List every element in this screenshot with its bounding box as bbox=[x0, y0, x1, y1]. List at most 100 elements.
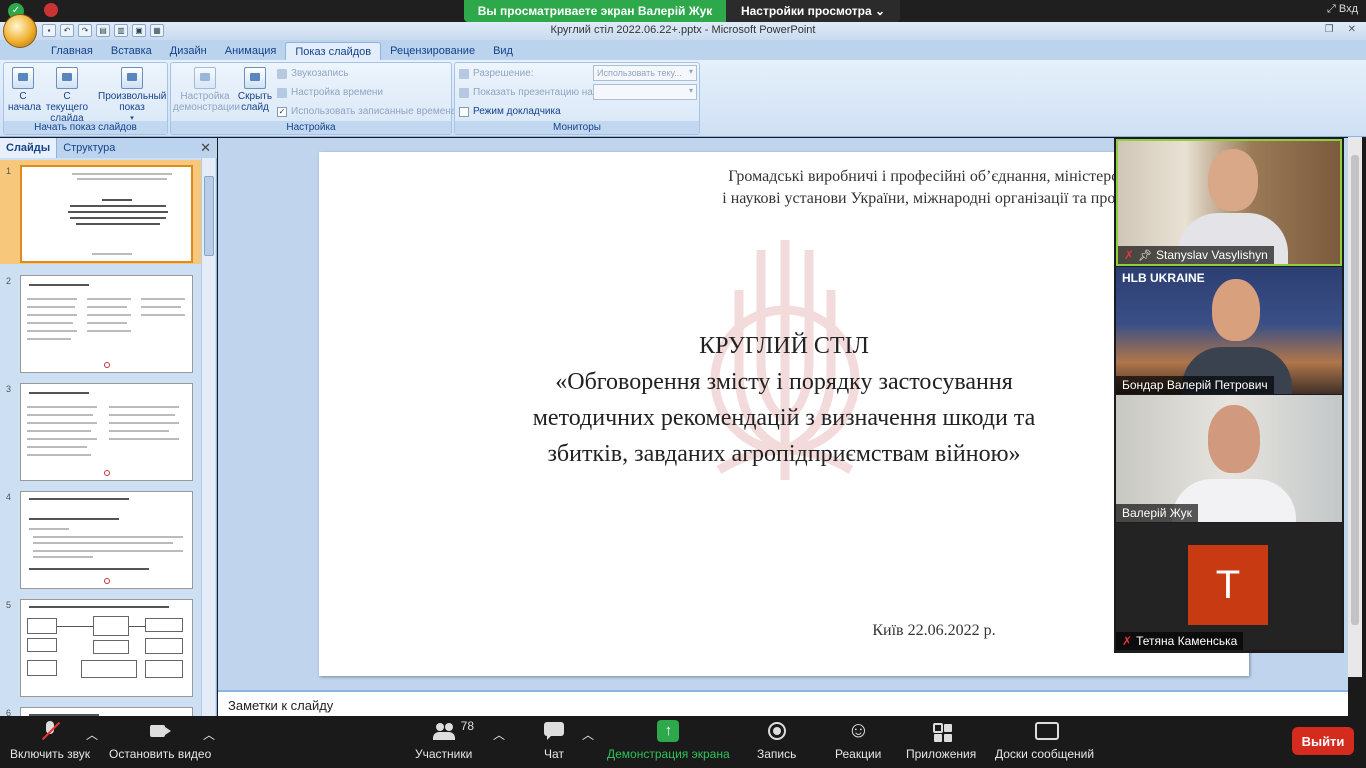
audio-options-chevron-icon[interactable]: ︿ bbox=[86, 726, 98, 743]
record-narration-button[interactable]: Звукозапись bbox=[277, 68, 348, 79]
record-narration-label: Звукозапись bbox=[291, 68, 349, 79]
tab-design[interactable]: Дизайн bbox=[161, 42, 216, 60]
tab-outline[interactable]: Структура bbox=[57, 138, 121, 158]
tab-home[interactable]: Главная bbox=[42, 42, 102, 60]
group-label-monitors: Мониторы bbox=[455, 121, 699, 134]
from-beginning-button[interactable]: С начала bbox=[8, 67, 41, 113]
setup-show-label: Настройка демонстрации bbox=[173, 91, 240, 113]
view-options-button[interactable]: Настройки просмотра ⌄ bbox=[726, 0, 900, 22]
close-icon[interactable]: ✕ bbox=[200, 140, 211, 156]
logo-icon bbox=[104, 470, 110, 476]
whiteboards-button[interactable]: Доски сообщений bbox=[995, 720, 1094, 761]
from-current-button[interactable]: С текущего слайда bbox=[42, 67, 92, 124]
participant-name: Валерій Жук bbox=[1122, 506, 1192, 520]
reactions-button[interactable]: Реакции bbox=[835, 717, 881, 761]
stop-video-button[interactable]: Остановить видео bbox=[109, 720, 211, 761]
notes-pane[interactable]: Заметки к слайду bbox=[218, 690, 1348, 716]
slide-footer[interactable]: Київ 22.06.2022 р. bbox=[319, 622, 1249, 640]
notes-placeholder: Заметки к слайду bbox=[228, 698, 334, 713]
video-tile[interactable]: Валерій Жук bbox=[1116, 395, 1342, 522]
zoom-top-bar: ✓ Вы просматриваете экран Валерій Жук На… bbox=[0, 0, 1366, 22]
thumb-text bbox=[29, 568, 149, 570]
leave-button[interactable]: Выйти bbox=[1292, 727, 1354, 755]
stopwatch-icon bbox=[277, 87, 287, 98]
slide-number: 6 bbox=[6, 708, 12, 716]
apps-icon bbox=[930, 720, 952, 742]
slide-thumbnail[interactable]: 6 bbox=[0, 702, 203, 716]
tab-slides[interactable]: Слайды bbox=[0, 138, 58, 158]
slide-thumbnail-image bbox=[20, 707, 193, 716]
video-tile[interactable]: HLB UKRAINE Бондар Валерій Петрович bbox=[1116, 267, 1342, 394]
whiteboard-icon bbox=[1034, 720, 1059, 742]
window-controls: ❐ ✕ bbox=[1325, 24, 1356, 35]
rehearse-timings-button[interactable]: Настройка времени bbox=[277, 87, 383, 98]
exit-fullscreen-button[interactable]: ⤢ Вхд bbox=[1327, 3, 1358, 16]
thumb-text bbox=[87, 306, 127, 308]
reactions-icon bbox=[847, 717, 869, 743]
share-screen-button[interactable]: Демонстрация экрана bbox=[607, 720, 730, 761]
tab-review[interactable]: Рецензирование bbox=[381, 42, 484, 60]
thumb-text bbox=[33, 536, 183, 538]
record-button[interactable]: Запись bbox=[757, 720, 796, 761]
chat-options-chevron-icon[interactable]: ︿ bbox=[582, 726, 594, 743]
thumb-text bbox=[33, 542, 173, 544]
slide-thumbnail[interactable]: 2 bbox=[0, 270, 203, 374]
person-head bbox=[1208, 149, 1258, 211]
thumb-text bbox=[87, 298, 131, 300]
unmute-button[interactable]: Включить звук bbox=[10, 720, 90, 761]
show-on-select[interactable] bbox=[593, 84, 697, 100]
participants-options-chevron-icon[interactable]: ︿ bbox=[493, 726, 505, 743]
slide-thumbnail[interactable]: 5 bbox=[0, 594, 203, 698]
person-head bbox=[1212, 279, 1260, 341]
close-icon[interactable]: ✕ bbox=[1348, 24, 1356, 35]
slide-header[interactable]: Громадські виробничі і професійні об’єдн… bbox=[319, 166, 1249, 210]
apps-label: Приложения bbox=[906, 747, 977, 761]
apps-button[interactable]: Приложения bbox=[906, 720, 976, 761]
recording-icon bbox=[44, 3, 58, 17]
presenter-view-label: Режим докладчика bbox=[473, 106, 561, 117]
thumb-text bbox=[92, 253, 132, 255]
restore-icon[interactable]: ❐ bbox=[1325, 24, 1334, 35]
video-tile[interactable]: ✗ 📌︎ Stanyslav Vasylishyn bbox=[1116, 139, 1342, 266]
setup-show-button[interactable]: Настройка демонстрации bbox=[173, 67, 240, 113]
slide-thumbnail[interactable]: 4 bbox=[0, 486, 203, 590]
thumb-text bbox=[29, 498, 129, 500]
participant-name: Бондар Валерій Петрович bbox=[1122, 378, 1268, 392]
show-on-label: Показать презентацию на: bbox=[473, 87, 596, 98]
tab-view[interactable]: Вид bbox=[484, 42, 522, 60]
pane-scrollbar[interactable] bbox=[201, 158, 215, 716]
thumb-text bbox=[27, 438, 97, 440]
from-current-label: С текущего слайда bbox=[45, 91, 89, 124]
tab-slide-show[interactable]: Показ слайдов bbox=[285, 42, 382, 60]
thumb-text bbox=[109, 414, 175, 416]
slide-thumbnail-image bbox=[20, 491, 193, 589]
slide-title[interactable]: КРУГЛИЙ СТІЛ «Обговорення змісту і поряд… bbox=[319, 328, 1249, 472]
editor-scrollbar[interactable] bbox=[1348, 137, 1362, 677]
group-setup: Настройка демонстрации Скрыть слайд Звук… bbox=[170, 62, 456, 135]
video-tile[interactable]: T ✗ Тетяна Каменська bbox=[1116, 523, 1342, 650]
participants-button[interactable]: 78 Участники bbox=[415, 719, 475, 761]
slide-thumbnail[interactable]: 1 bbox=[0, 160, 203, 264]
custom-show-button[interactable]: Произвольный показ ▾ bbox=[98, 67, 166, 124]
slide-thumbnail[interactable]: 3 bbox=[0, 378, 203, 482]
resolution-select[interactable]: Использовать теку... bbox=[593, 65, 697, 81]
tab-insert[interactable]: Вставка bbox=[102, 42, 161, 60]
diagram-box bbox=[27, 638, 57, 652]
participant-name: Stanyslav Vasylishyn bbox=[1156, 248, 1268, 262]
chat-button[interactable]: Чат bbox=[543, 720, 565, 761]
hide-slide-button[interactable]: Скрыть слайд bbox=[237, 67, 273, 113]
tab-animation[interactable]: Анимация bbox=[216, 42, 286, 60]
use-timings-checkbox[interactable]: ✓ Использовать записанные времена bbox=[277, 106, 456, 117]
video-options-chevron-icon[interactable]: ︿ bbox=[203, 726, 215, 743]
mic-muted-icon: ✗ bbox=[1122, 634, 1133, 648]
participants-count: 78 bbox=[460, 719, 475, 733]
checkbox-unchecked-icon bbox=[459, 106, 469, 117]
office-button[interactable] bbox=[3, 14, 37, 48]
presenter-view-checkbox[interactable]: Режим докладчика bbox=[459, 106, 561, 117]
use-timings-label: Использовать записанные времена bbox=[291, 106, 457, 117]
participant-namebar: Валерій Жук bbox=[1116, 504, 1198, 522]
scroll-thumb[interactable] bbox=[204, 176, 214, 256]
current-slide[interactable]: Громадські виробничі і професійні об’єдн… bbox=[319, 152, 1249, 676]
thumb-text bbox=[27, 446, 87, 448]
chat-icon bbox=[543, 720, 565, 742]
